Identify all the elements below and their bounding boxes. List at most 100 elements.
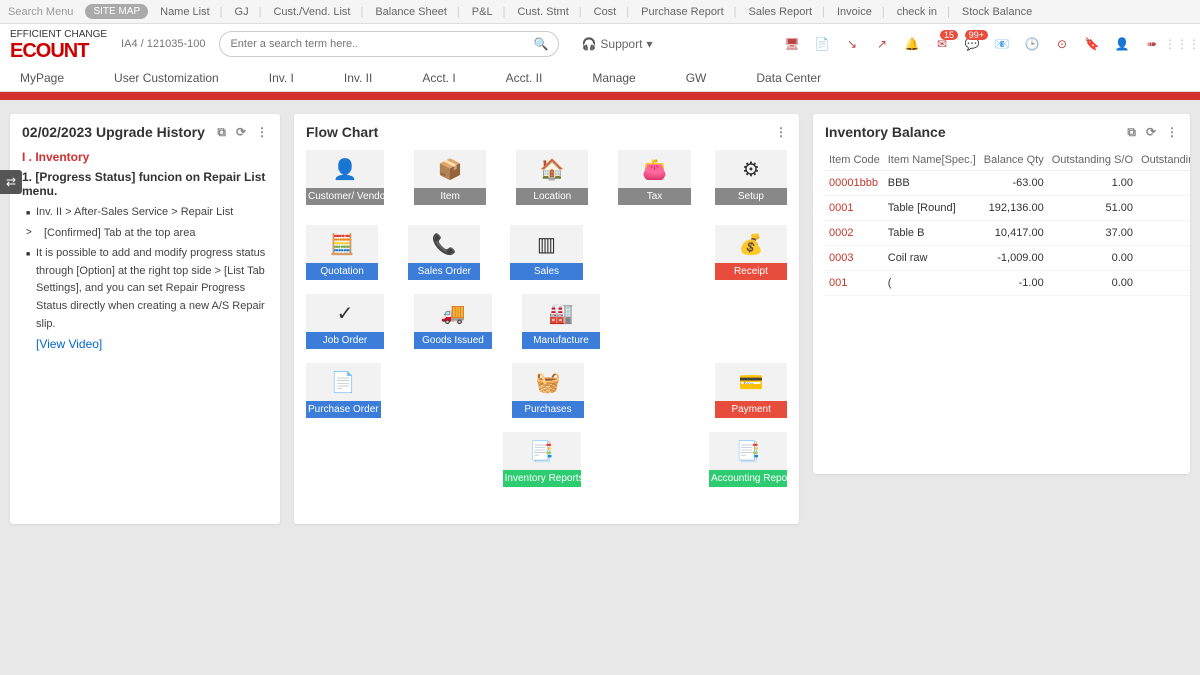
docs-icon: 📑 bbox=[709, 432, 787, 470]
flow-receipt[interactable]: 💰Receipt bbox=[715, 225, 787, 280]
flow-item[interactable]: 📦Item bbox=[414, 150, 486, 205]
top-link[interactable]: P&L bbox=[472, 6, 506, 18]
cell-bal: -1.00 bbox=[980, 271, 1048, 296]
upgrade-item: Inv. II > After-Sales Service > Repair L… bbox=[26, 204, 268, 222]
cell-name: Coil raw bbox=[884, 246, 980, 271]
flow-accounting-reports[interactable]: 📑Accounting Reports bbox=[709, 432, 787, 487]
panel-title: Inventory Balance bbox=[825, 124, 946, 140]
top-link[interactable]: Sales Report bbox=[749, 6, 825, 18]
nav-item[interactable]: Manage bbox=[592, 71, 635, 85]
col-header[interactable]: Balance Qty bbox=[980, 150, 1048, 171]
more-icon[interactable]: ⋮ bbox=[775, 125, 787, 139]
col-header[interactable]: Item Name[Spec.] bbox=[884, 150, 980, 171]
user-icon[interactable]: 👤 bbox=[1114, 36, 1130, 52]
badge: 15 bbox=[940, 30, 958, 40]
table-row[interactable]: 001(-1.000.000.00 bbox=[825, 271, 1190, 296]
nav-item[interactable]: MyPage bbox=[20, 71, 64, 85]
more-icon[interactable]: ⋮ bbox=[1166, 125, 1178, 140]
top-link[interactable]: Purchase Report bbox=[641, 6, 736, 18]
search-input[interactable] bbox=[230, 38, 533, 50]
search-icon[interactable]: 🔍 bbox=[534, 37, 549, 51]
mail-icon[interactable]: ✉15 bbox=[934, 36, 950, 52]
refresh-icon[interactable]: ⟳ bbox=[236, 125, 246, 140]
phone-icon: 📞 bbox=[408, 225, 480, 263]
search-menu-label[interactable]: Search Menu bbox=[8, 6, 73, 18]
cell-so: 1.00 bbox=[1048, 171, 1137, 196]
flow-goods-issued[interactable]: 🚚Goods Issued bbox=[414, 294, 492, 349]
section-heading: I . Inventory bbox=[22, 150, 268, 164]
flow-customer-vendor[interactable]: 👤Customer/ Vendor bbox=[306, 150, 384, 205]
cell-code: 0002 bbox=[825, 221, 884, 246]
nav-item[interactable]: User Customization bbox=[114, 71, 219, 85]
nav-menu: MyPage User Customization Inv. I Inv. II… bbox=[0, 64, 1200, 92]
arrow-in-icon[interactable]: ↘ bbox=[844, 36, 860, 52]
col-header[interactable]: Outstanding P/O bbox=[1137, 150, 1190, 171]
envelope-icon[interactable]: 📧 bbox=[994, 36, 1010, 52]
monitor-icon[interactable]: 🖥 bbox=[784, 36, 800, 52]
flow-quotation[interactable]: 🧮Quotation bbox=[306, 225, 378, 280]
top-link[interactable]: Cust. Stmt bbox=[517, 6, 581, 18]
bookmark-icon[interactable]: 🔖 bbox=[1084, 36, 1100, 52]
docs-icon: 📑 bbox=[503, 432, 581, 470]
table-row[interactable]: 0003Coil raw-1,009.000.000.00 bbox=[825, 246, 1190, 271]
top-link[interactable]: Invoice bbox=[837, 6, 885, 18]
flow-sales[interactable]: ▥Sales bbox=[510, 225, 582, 280]
cell-po: 0.00 bbox=[1137, 246, 1190, 271]
popout-icon[interactable]: ⧉ bbox=[1127, 125, 1136, 140]
apps-icon[interactable]: ⋮⋮⋮ bbox=[1174, 36, 1190, 52]
side-toggle[interactable]: ⇄ bbox=[0, 170, 22, 194]
nav-item[interactable]: Data Center bbox=[756, 71, 821, 85]
flow-manufacture[interactable]: 🏭Manufacture bbox=[522, 294, 600, 349]
top-bar: Search Menu SITE MAP Name List GJ Cust./… bbox=[0, 0, 1200, 24]
nav-item[interactable]: Inv. II bbox=[344, 71, 372, 85]
flow-location[interactable]: 🏠Location bbox=[516, 150, 588, 205]
nav-item[interactable]: Inv. I bbox=[269, 71, 294, 85]
flow-sales-order[interactable]: 📞Sales Order bbox=[408, 225, 480, 280]
cell-bal: 192,136.00 bbox=[980, 196, 1048, 221]
sitemap-button[interactable]: SITE MAP bbox=[85, 4, 148, 19]
more-icon[interactable]: ⋮ bbox=[256, 125, 268, 140]
flow-purchases[interactable]: 🧺Purchases bbox=[512, 363, 584, 418]
badge: 99+ bbox=[965, 30, 988, 40]
table-row[interactable]: 00001bbbBBB-63.001.000.00 bbox=[825, 171, 1190, 196]
top-link[interactable]: Cust./Vend. List bbox=[273, 6, 363, 18]
clock-icon[interactable]: 🕒 bbox=[1024, 36, 1040, 52]
account-id: IA4 / 121035-100 bbox=[121, 38, 205, 50]
nav-item[interactable]: Acct. I bbox=[422, 71, 455, 85]
table-row[interactable]: 0001Table [Round]192,136.0051.000.00 bbox=[825, 196, 1190, 221]
chat-icon[interactable]: 💬99+ bbox=[964, 36, 980, 52]
flow-payment[interactable]: 💳Payment bbox=[715, 363, 787, 418]
gear-doc-icon: ⚙ bbox=[715, 150, 787, 188]
support-button[interactable]: 🎧 Support ▾ bbox=[581, 37, 652, 51]
popout-icon[interactable]: ⧉ bbox=[217, 125, 226, 140]
inventory-balance-panel: Inventory Balance ⧉ ⟳ ⋮ Item Code Item N… bbox=[813, 114, 1190, 474]
flow-purchase-order[interactable]: 📄Purchase Order bbox=[306, 363, 381, 418]
house-icon: 🏠 bbox=[516, 150, 588, 188]
flow-setup[interactable]: ⚙Setup bbox=[715, 150, 787, 205]
col-header[interactable]: Outstanding S/O bbox=[1048, 150, 1137, 171]
bell-icon[interactable]: 🔔 bbox=[904, 36, 920, 52]
top-link[interactable]: Balance Sheet bbox=[375, 6, 459, 18]
top-link[interactable]: Cost bbox=[594, 6, 629, 18]
sub-heading: 1. [Progress Status] funcion on Repair L… bbox=[22, 170, 268, 198]
add-doc-icon[interactable]: 📄 bbox=[814, 36, 830, 52]
flow-inventory-reports[interactable]: 📑Inventory Reports bbox=[503, 432, 581, 487]
top-link[interactable]: check in bbox=[897, 6, 950, 18]
logout-icon[interactable]: ➠ bbox=[1144, 36, 1160, 52]
top-link[interactable]: Name List bbox=[160, 6, 222, 18]
view-video-link[interactable]: [View Video] bbox=[36, 337, 268, 351]
target-icon[interactable]: ⊙ bbox=[1054, 36, 1070, 52]
nav-item[interactable]: Acct. II bbox=[506, 71, 543, 85]
refresh-icon[interactable]: ⟳ bbox=[1146, 125, 1156, 140]
top-link[interactable]: Stock Balance bbox=[962, 6, 1032, 18]
search-box[interactable]: 🔍 bbox=[219, 31, 559, 57]
panel-title: 02/02/2023 Upgrade History bbox=[22, 124, 205, 140]
flow-tax[interactable]: 👛Tax bbox=[618, 150, 690, 205]
table-row[interactable]: 0002Table B10,417.0037.000.00 bbox=[825, 221, 1190, 246]
top-link[interactable]: GJ bbox=[235, 6, 262, 18]
flow-job-order[interactable]: ✓Job Order bbox=[306, 294, 384, 349]
doc-out-icon: 📄 bbox=[306, 363, 381, 401]
arrow-out-icon[interactable]: ↗ bbox=[874, 36, 890, 52]
col-header[interactable]: Item Code bbox=[825, 150, 884, 171]
nav-item[interactable]: GW bbox=[686, 71, 707, 85]
